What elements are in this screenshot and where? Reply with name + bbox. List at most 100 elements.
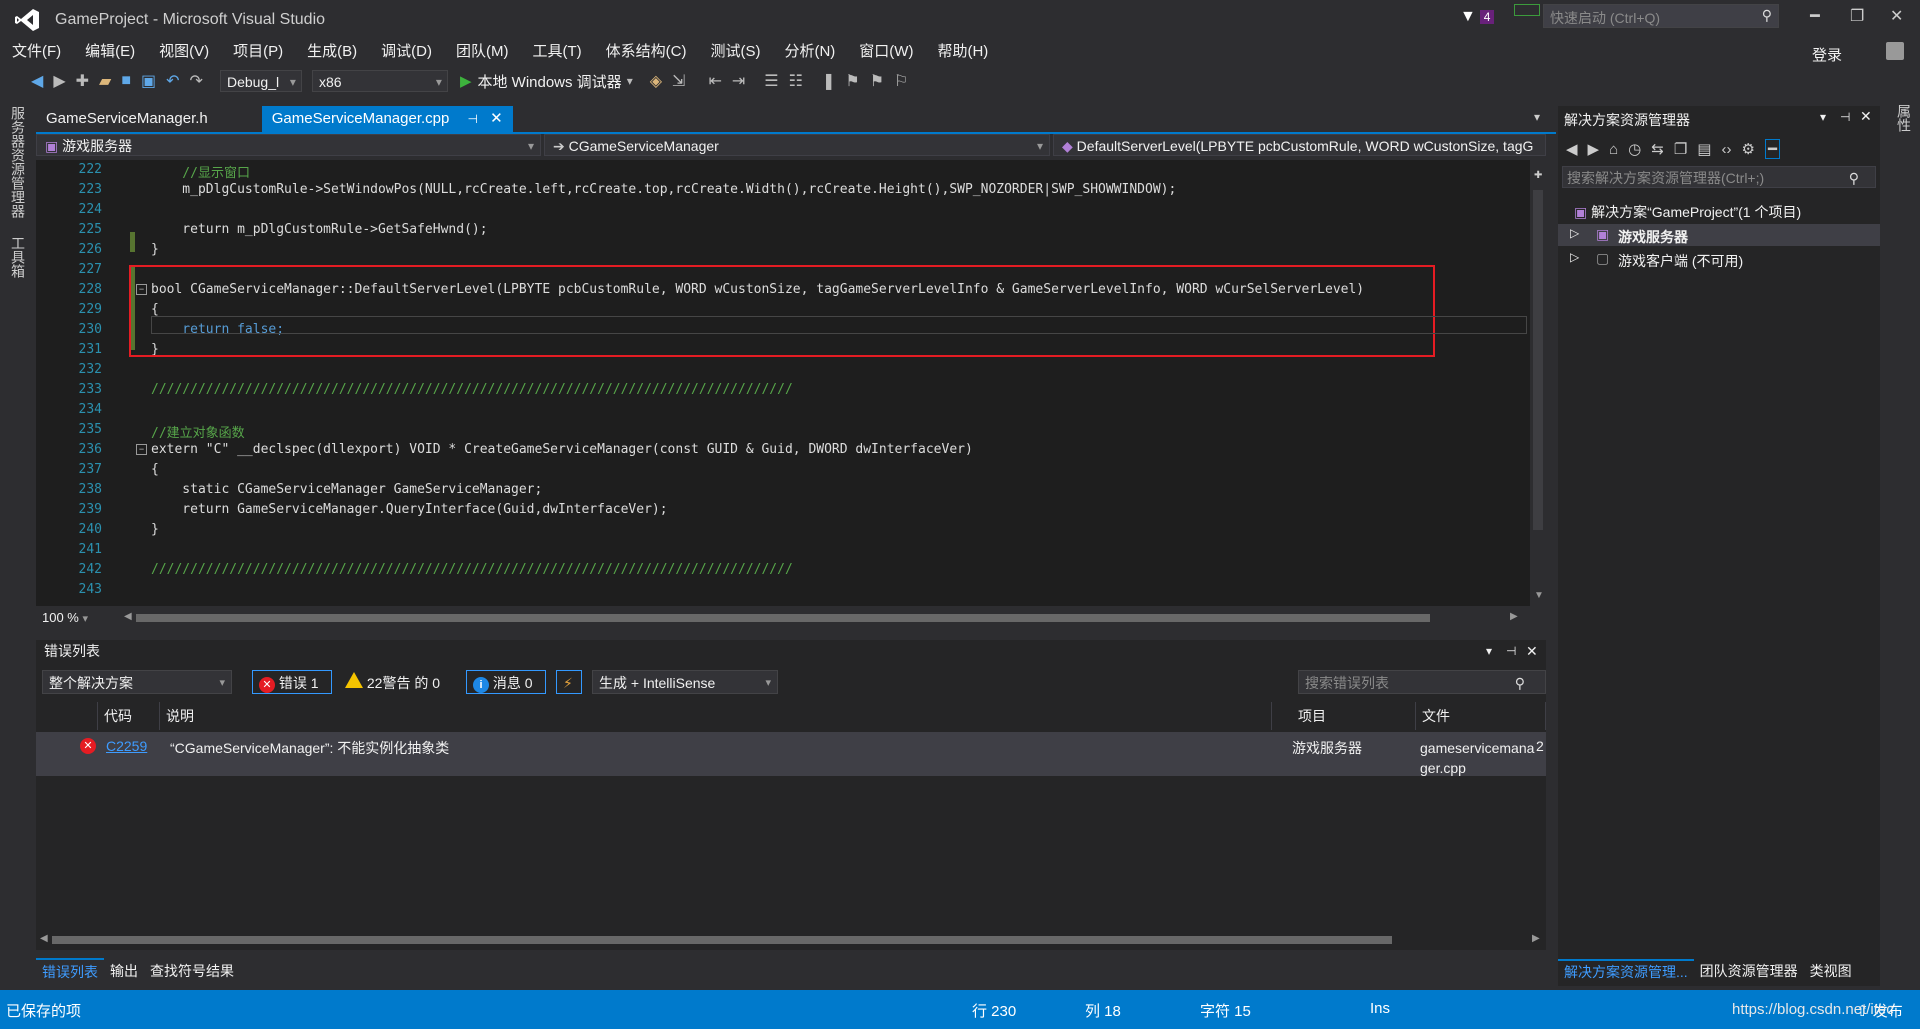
indent-icon[interactable]: ⇤ — [708, 71, 721, 91]
back-icon[interactable]: ◀ — [31, 71, 43, 91]
close-window-button[interactable]: ✕ — [1890, 6, 1903, 26]
prev-bookmark-icon[interactable]: ⚑ — [845, 71, 859, 91]
source-dropdown[interactable]: 生成 + IntelliSense ▾ — [592, 670, 778, 694]
start-debug-icon[interactable]: ▶ — [460, 72, 472, 90]
table-row[interactable]: ✕ C2259 “CGameServiceManager”: 不能实例化抽象类 … — [36, 732, 1546, 776]
column-header-icon[interactable] — [36, 702, 98, 730]
split-icon[interactable]: ✚ — [1534, 170, 1542, 181]
properties-icon[interactable]: ⚙ — [1741, 140, 1754, 158]
menu-edit[interactable]: 编辑(E) — [73, 40, 147, 64]
project-dropdown[interactable]: ▣ 游戏服务器 ▾ — [36, 134, 541, 156]
debugger-dropdown-icon[interactable]: ▾ — [627, 74, 633, 88]
tab-error-list[interactable]: 错误列表 — [36, 958, 104, 984]
scroll-right-icon[interactable]: ▶ — [1532, 933, 1540, 944]
notification-area[interactable]: ▼ 4 — [1460, 8, 1495, 26]
minimize-button[interactable]: ━ — [1810, 6, 1820, 26]
scroll-left-icon[interactable]: ◀ — [124, 611, 132, 622]
tree-item-client[interactable]: ▷ ▢ 游戏客户端 (不可用) — [1558, 248, 1880, 270]
menu-architecture[interactable]: 体系结构(C) — [594, 40, 699, 64]
panel-menu-icon[interactable]: ▾ — [1820, 110, 1826, 124]
errors-filter-button[interactable]: ✕ 错误 1 — [252, 670, 332, 694]
save-icon[interactable]: ■ — [121, 72, 131, 90]
pin-icon[interactable]: ⊣ — [1506, 640, 1516, 662]
tab-team-explorer[interactable]: 团队资源管理器 — [1694, 961, 1804, 981]
collapse-all-icon[interactable]: ❐ — [1674, 140, 1687, 158]
horizontal-scroll-thumb[interactable] — [136, 614, 1430, 622]
tab-solution-explorer[interactable]: 解决方案资源管理... — [1558, 959, 1694, 983]
bookmark-icon[interactable]: ❚ — [822, 71, 835, 91]
tab-output[interactable]: 输出 — [104, 959, 144, 983]
tab-class-view[interactable]: 类视图 — [1804, 961, 1858, 981]
show-all-files-icon[interactable]: ▤ — [1697, 140, 1711, 158]
properties-tab[interactable]: 属性 — [1894, 104, 1914, 132]
save-all-icon[interactable]: ▣ — [141, 71, 156, 91]
panel-menu-icon[interactable]: ▾ — [1486, 640, 1492, 662]
member-dropdown[interactable]: ◆ DefaultServerLevel(LPBYTE pcbCustomRul… — [1053, 134, 1546, 156]
account-icon[interactable] — [1886, 42, 1904, 60]
editor-vertical-scrollbar[interactable]: ✚ ▼ — [1530, 160, 1546, 606]
column-header-code[interactable]: 代码 — [98, 702, 160, 730]
zoom-dropdown[interactable]: 100 % ▾ — [42, 610, 88, 625]
menu-team[interactable]: 团队(M) — [444, 40, 521, 64]
menu-help[interactable]: 帮助(H) — [925, 40, 1000, 64]
tab-cpp-file[interactable]: GameServiceManager.cpp ⊣ ✕ — [261, 106, 513, 132]
forward-icon[interactable]: ▶ — [53, 71, 65, 91]
tab-find-symbol[interactable]: 查找符号结果 — [144, 959, 240, 983]
comment-icon[interactable]: ☰ — [764, 71, 778, 91]
sync-icon[interactable]: ⇆ — [1651, 140, 1664, 158]
uncomment-icon[interactable]: ☷ — [789, 71, 803, 91]
feedback-icon[interactable] — [1514, 4, 1540, 16]
history-icon[interactable]: ◷ — [1628, 140, 1641, 158]
close-tab-icon[interactable]: ✕ — [490, 110, 503, 127]
collapse-icon[interactable]: − — [136, 444, 147, 455]
tab-overflow-icon[interactable]: ▾ — [1534, 110, 1540, 124]
start-debugger-button[interactable]: 本地 Windows 调试器 — [478, 71, 622, 92]
restore-button[interactable]: ❐ — [1850, 6, 1864, 26]
code-editor[interactable]: 222 223 224 225 226 227 228 229 230 231 … — [36, 160, 1546, 606]
tree-item-solution[interactable]: ▣ 解决方案“GameProject”(1 个项目) — [1574, 202, 1801, 222]
forward-icon[interactable]: ▶ — [1588, 140, 1600, 158]
outdent-icon[interactable]: ⇥ — [732, 71, 745, 91]
pin-icon[interactable]: ⊣ — [468, 112, 478, 126]
scroll-thumb[interactable] — [1533, 190, 1543, 530]
class-dropdown[interactable]: ➔ CGameServiceManager ▾ — [544, 134, 1050, 156]
toolbox-tab[interactable]: 工具箱 — [8, 236, 28, 278]
menu-analyze[interactable]: 分析(N) — [772, 40, 847, 64]
server-explorer-tab[interactable]: 服务器资源管理器 — [8, 106, 28, 218]
login-link[interactable]: 登录 — [1812, 44, 1842, 65]
menu-test[interactable]: 测试(S) — [698, 40, 772, 64]
expand-icon[interactable]: ▷ — [1570, 226, 1579, 240]
scroll-left-icon[interactable]: ◀ — [40, 933, 48, 944]
back-icon[interactable]: ◀ — [1566, 140, 1578, 158]
menu-project[interactable]: 项目(P) — [221, 40, 295, 64]
scroll-right-icon[interactable]: ▶ — [1510, 611, 1518, 622]
error-code-link[interactable]: C2259 — [106, 738, 147, 754]
menu-debug[interactable]: 调试(D) — [369, 40, 444, 64]
next-bookmark-icon[interactable]: ⚑ — [870, 71, 884, 91]
browse-icon[interactable]: ◈ — [650, 71, 662, 91]
horizontal-scroll-thumb[interactable] — [52, 936, 1392, 944]
column-header-file[interactable]: 文件 — [1416, 702, 1546, 730]
redo-icon[interactable]: ↷ — [190, 71, 203, 91]
close-panel-icon[interactable]: ✕ — [1860, 108, 1872, 125]
undo-icon[interactable]: ↶ — [166, 71, 179, 91]
tab-header-file[interactable]: GameServiceManager.h — [36, 106, 218, 132]
new-project-icon[interactable]: ✚ — [76, 71, 89, 91]
column-header-desc[interactable]: 说明 — [160, 702, 1272, 730]
messages-filter-button[interactable]: i 消息 0 — [466, 670, 546, 694]
view-code-icon[interactable]: ‹› — [1721, 141, 1731, 158]
scope-dropdown[interactable]: 整个解决方案 ▾ — [42, 670, 232, 694]
platform-dropdown[interactable]: x86 — [311, 70, 448, 93]
error-list-hscroll[interactable]: ◀ ▶ — [36, 932, 1546, 948]
expand-icon[interactable]: ▷ — [1570, 250, 1579, 264]
menu-window[interactable]: 窗口(W) — [847, 40, 925, 64]
close-panel-icon[interactable]: ✕ — [1526, 640, 1538, 662]
menu-file[interactable]: 文件(F) — [0, 40, 73, 64]
solution-search-input[interactable]: 搜索解决方案资源管理器(Ctrl+;) ⚲ — [1562, 166, 1876, 188]
scroll-down-icon[interactable]: ▼ — [1534, 590, 1544, 601]
tree-item-server[interactable]: ▷ ▣ 游戏服务器 — [1558, 224, 1880, 246]
build-filter-icon[interactable]: ⚡ — [556, 670, 582, 694]
preview-icon[interactable]: ━ — [1764, 139, 1780, 159]
open-folder-icon[interactable]: ▰ — [99, 71, 111, 91]
quick-launch-input[interactable]: 快速启动 (Ctrl+Q) ⚲ — [1543, 4, 1779, 28]
